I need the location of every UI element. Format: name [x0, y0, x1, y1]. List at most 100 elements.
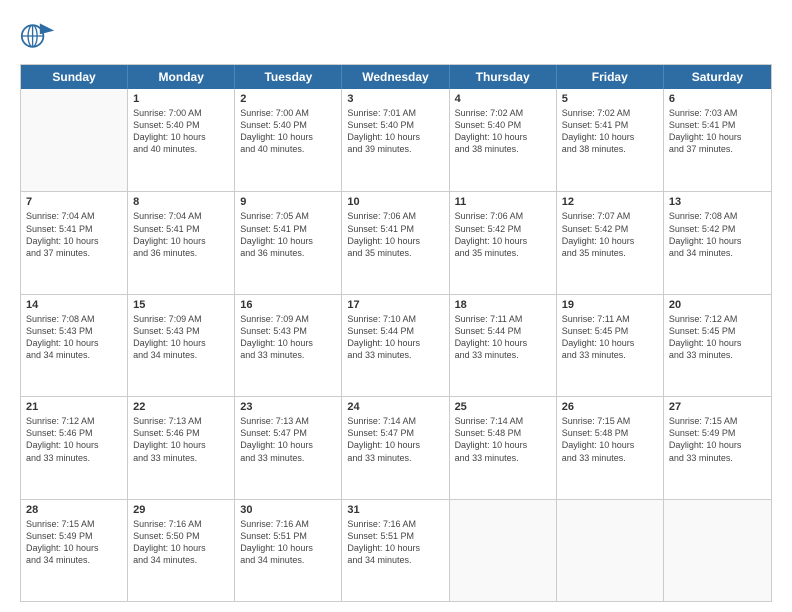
day-info: Sunrise: 7:10 AMSunset: 5:44 PMDaylight:… [347, 313, 443, 362]
day-info: Sunrise: 7:16 AMSunset: 5:51 PMDaylight:… [240, 518, 336, 567]
day-number: 22 [133, 401, 229, 413]
day-info: Sunrise: 7:08 AMSunset: 5:42 PMDaylight:… [669, 210, 766, 259]
day-cell-12: 12 Sunrise: 7:07 AMSunset: 5:42 PMDayligh… [557, 192, 664, 293]
day-cell-1: 1Sunrise: 7:00 AMSunset: 5:40 PMDaylight… [128, 89, 235, 191]
day-number: 20 [669, 299, 766, 311]
day-cell-5: 5Sunrise: 7:02 AMSunset: 5:41 PMDaylight… [557, 89, 664, 191]
day-info: Sunrise: 7:11 AMSunset: 5:45 PMDaylight:… [562, 313, 658, 362]
day-cell-17: 17 Sunrise: 7:10 AMSunset: 5:44 PMDayligh… [342, 295, 449, 396]
day-number: 16 [240, 299, 336, 311]
day-info: Sunrise: 7:02 AMSunset: 5:40 PMDaylight:… [455, 107, 551, 156]
day-cell-29: 29 Sunrise: 7:16 AMSunset: 5:50 PMDayligh… [128, 500, 235, 601]
day-number: 17 [347, 299, 443, 311]
day-info: Sunrise: 7:03 AMSunset: 5:41 PMDaylight:… [669, 107, 766, 156]
day-cell-6: 6 Sunrise: 7:03 AMSunset: 5:41 PMDaylight… [664, 89, 771, 191]
day-number: 5 [562, 93, 658, 105]
day-header-tuesday: Tuesday [235, 65, 342, 89]
day-number: 25 [455, 401, 551, 413]
day-number: 6 [669, 93, 766, 105]
day-number: 12 [562, 196, 658, 208]
day-info: Sunrise: 7:12 AMSunset: 5:46 PMDaylight:… [26, 415, 122, 464]
day-cell-21: 21 Sunrise: 7:12 AMSunset: 5:46 PMDayligh… [21, 397, 128, 498]
day-info: Sunrise: 7:15 AMSunset: 5:49 PMDaylight:… [669, 415, 766, 464]
day-cell-23: 23Sunrise: 7:13 AMSunset: 5:47 PMDayligh… [235, 397, 342, 498]
day-number: 13 [669, 196, 766, 208]
day-info: Sunrise: 7:12 AMSunset: 5:45 PMDaylight:… [669, 313, 766, 362]
day-info: Sunrise: 7:11 AMSunset: 5:44 PMDaylight:… [455, 313, 551, 362]
day-cell-9: 9 Sunrise: 7:05 AMSunset: 5:41 PMDaylight… [235, 192, 342, 293]
day-header-friday: Friday [557, 65, 664, 89]
day-cell-20: 20 Sunrise: 7:12 AMSunset: 5:45 PMDayligh… [664, 295, 771, 396]
day-info: Sunrise: 7:04 AMSunset: 5:41 PMDaylight:… [133, 210, 229, 259]
day-info: Sunrise: 7:05 AMSunset: 5:41 PMDaylight:… [240, 210, 336, 259]
day-header-saturday: Saturday [664, 65, 771, 89]
day-info: Sunrise: 7:01 AMSunset: 5:40 PMDaylight:… [347, 107, 443, 156]
day-number: 23 [240, 401, 336, 413]
day-number: 4 [455, 93, 551, 105]
day-header-monday: Monday [128, 65, 235, 89]
day-number: 7 [26, 196, 122, 208]
day-number: 3 [347, 93, 443, 105]
day-info: Sunrise: 7:09 AMSunset: 5:43 PMDaylight:… [133, 313, 229, 362]
calendar-row-4: 21 Sunrise: 7:12 AMSunset: 5:46 PMDayligh… [21, 396, 771, 498]
day-cell-14: 14 Sunrise: 7:08 AMSunset: 5:43 PMDayligh… [21, 295, 128, 396]
day-info: Sunrise: 7:09 AMSunset: 5:43 PMDaylight:… [240, 313, 336, 362]
day-info: Sunrise: 7:04 AMSunset: 5:41 PMDaylight:… [26, 210, 122, 259]
day-cell-19: 19 Sunrise: 7:11 AMSunset: 5:45 PMDayligh… [557, 295, 664, 396]
day-info: Sunrise: 7:16 AMSunset: 5:51 PMDaylight:… [347, 518, 443, 567]
day-number: 9 [240, 196, 336, 208]
day-cell-26: 26Sunrise: 7:15 AMSunset: 5:48 PMDayligh… [557, 397, 664, 498]
calendar-row-5: 28 Sunrise: 7:15 AMSunset: 5:49 PMDayligh… [21, 499, 771, 601]
empty-cell-4-4 [450, 500, 557, 601]
day-cell-4: 4 Sunrise: 7:02 AMSunset: 5:40 PMDaylight… [450, 89, 557, 191]
day-header-thursday: Thursday [450, 65, 557, 89]
empty-cell-0-0 [21, 89, 128, 191]
day-cell-2: 2 Sunrise: 7:00 AMSunset: 5:40 PMDaylight… [235, 89, 342, 191]
day-info: Sunrise: 7:00 AMSunset: 5:40 PMDaylight:… [240, 107, 336, 156]
day-cell-11: 11 Sunrise: 7:06 AMSunset: 5:42 PMDayligh… [450, 192, 557, 293]
day-number: 24 [347, 401, 443, 413]
day-cell-15: 15Sunrise: 7:09 AMSunset: 5:43 PMDayligh… [128, 295, 235, 396]
day-header-wednesday: Wednesday [342, 65, 449, 89]
empty-cell-4-6 [664, 500, 771, 601]
day-info: Sunrise: 7:06 AMSunset: 5:42 PMDaylight:… [455, 210, 551, 259]
day-cell-22: 22 Sunrise: 7:13 AMSunset: 5:46 PMDayligh… [128, 397, 235, 498]
day-number: 19 [562, 299, 658, 311]
day-number: 14 [26, 299, 122, 311]
day-number: 28 [26, 504, 122, 516]
day-info: Sunrise: 7:16 AMSunset: 5:50 PMDaylight:… [133, 518, 229, 567]
logo-icon [20, 18, 56, 54]
day-number: 18 [455, 299, 551, 311]
day-cell-10: 10Sunrise: 7:06 AMSunset: 5:41 PMDayligh… [342, 192, 449, 293]
day-info: Sunrise: 7:08 AMSunset: 5:43 PMDaylight:… [26, 313, 122, 362]
day-cell-30: 30Sunrise: 7:16 AMSunset: 5:51 PMDayligh… [235, 500, 342, 601]
day-number: 2 [240, 93, 336, 105]
day-number: 27 [669, 401, 766, 413]
calendar: SundayMondayTuesdayWednesdayThursdayFrid… [20, 64, 772, 602]
day-cell-18: 18 Sunrise: 7:11 AMSunset: 5:44 PMDayligh… [450, 295, 557, 396]
day-number: 31 [347, 504, 443, 516]
day-info: Sunrise: 7:14 AMSunset: 5:47 PMDaylight:… [347, 415, 443, 464]
day-info: Sunrise: 7:13 AMSunset: 5:46 PMDaylight:… [133, 415, 229, 464]
day-info: Sunrise: 7:07 AMSunset: 5:42 PMDaylight:… [562, 210, 658, 259]
header [20, 18, 772, 54]
day-info: Sunrise: 7:14 AMSunset: 5:48 PMDaylight:… [455, 415, 551, 464]
calendar-body: 1 Sunrise: 7:00 AMSunset: 5:40 PMDaylight… [21, 89, 771, 601]
calendar-header: SundayMondayTuesdayWednesdayThursdayFrid… [21, 65, 771, 89]
calendar-row-2: 7 Sunrise: 7:04 AMSunset: 5:41 PMDaylight… [21, 191, 771, 293]
day-cell-13: 13 Sunrise: 7:08 AMSunset: 5:42 PMDayligh… [664, 192, 771, 293]
day-cell-7: 7 Sunrise: 7:04 AMSunset: 5:41 PMDaylight… [21, 192, 128, 293]
empty-cell-4-5 [557, 500, 664, 601]
day-cell-27: 27 Sunrise: 7:15 AMSunset: 5:49 PMDayligh… [664, 397, 771, 498]
day-info: Sunrise: 7:15 AMSunset: 5:49 PMDaylight:… [26, 518, 122, 567]
day-number: 26 [562, 401, 658, 413]
day-number: 8 [133, 196, 229, 208]
day-number: 11 [455, 196, 551, 208]
day-number: 29 [133, 504, 229, 516]
calendar-row-1: 1 Sunrise: 7:00 AMSunset: 5:40 PMDaylight… [21, 89, 771, 191]
page: SundayMondayTuesdayWednesdayThursdayFrid… [0, 0, 792, 612]
day-cell-28: 28 Sunrise: 7:15 AMSunset: 5:49 PMDayligh… [21, 500, 128, 601]
day-number: 1 [133, 93, 229, 105]
day-number: 21 [26, 401, 122, 413]
calendar-row-3: 14 Sunrise: 7:08 AMSunset: 5:43 PMDayligh… [21, 294, 771, 396]
